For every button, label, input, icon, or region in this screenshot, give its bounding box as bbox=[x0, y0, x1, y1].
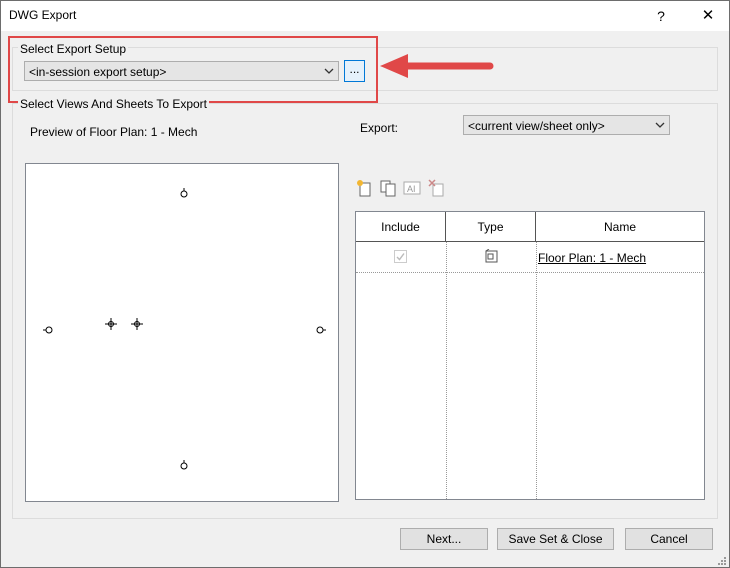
column-header-type[interactable]: Type bbox=[446, 212, 536, 242]
cancel-button[interactable]: Cancel bbox=[625, 528, 713, 550]
rename-set-icon[interactable]: AI bbox=[403, 179, 421, 197]
column-header-include[interactable]: Include bbox=[356, 212, 446, 242]
column-divider bbox=[446, 242, 447, 499]
views-group-label: Select Views And Sheets To Export bbox=[18, 97, 210, 111]
delete-set-icon[interactable] bbox=[428, 179, 446, 197]
duplicate-set-icon[interactable] bbox=[379, 179, 397, 197]
window-title: DWG Export bbox=[9, 8, 77, 22]
crosshair-marker-2 bbox=[131, 318, 143, 330]
arrow-icon bbox=[380, 54, 494, 78]
preview-canvas bbox=[25, 163, 339, 502]
title-bar bbox=[1, 1, 729, 31]
floor-plan-preview bbox=[43, 188, 326, 470]
elevation-marker-left bbox=[43, 326, 53, 334]
export-value: <current view/sheet only> bbox=[468, 119, 605, 133]
export-dropdown[interactable]: <current view/sheet only> bbox=[463, 115, 670, 135]
next-button[interactable]: Next... bbox=[400, 528, 488, 550]
chevron-down-icon bbox=[655, 122, 665, 128]
preview-label: Preview of Floor Plan: 1 - Mech bbox=[30, 125, 198, 139]
save-set-close-button[interactable]: Save Set & Close bbox=[497, 528, 614, 550]
export-label: Export: bbox=[360, 121, 399, 135]
view-name-link[interactable]: Floor Plan: 1 - Mech bbox=[538, 251, 646, 265]
new-set-icon[interactable] bbox=[355, 179, 373, 197]
help-button[interactable]: ? bbox=[646, 2, 676, 30]
views-table: Include Type Name Floor Plan: 1 - Mech bbox=[355, 211, 705, 500]
include-checkbox[interactable] bbox=[394, 250, 407, 263]
column-divider bbox=[536, 242, 537, 499]
row-divider bbox=[356, 272, 704, 273]
resize-grip-icon[interactable] bbox=[715, 554, 727, 566]
floor-plan-type-icon bbox=[485, 249, 498, 263]
highlight-box bbox=[8, 36, 378, 103]
close-button[interactable]: ✕ bbox=[690, 2, 726, 30]
column-header-name[interactable]: Name bbox=[536, 212, 704, 242]
elevation-marker-top bbox=[180, 188, 188, 198]
svg-text:AI: AI bbox=[407, 184, 416, 194]
crosshair-marker-1 bbox=[105, 318, 117, 330]
elevation-marker-right bbox=[316, 326, 326, 334]
elevation-marker-bottom bbox=[180, 460, 188, 470]
